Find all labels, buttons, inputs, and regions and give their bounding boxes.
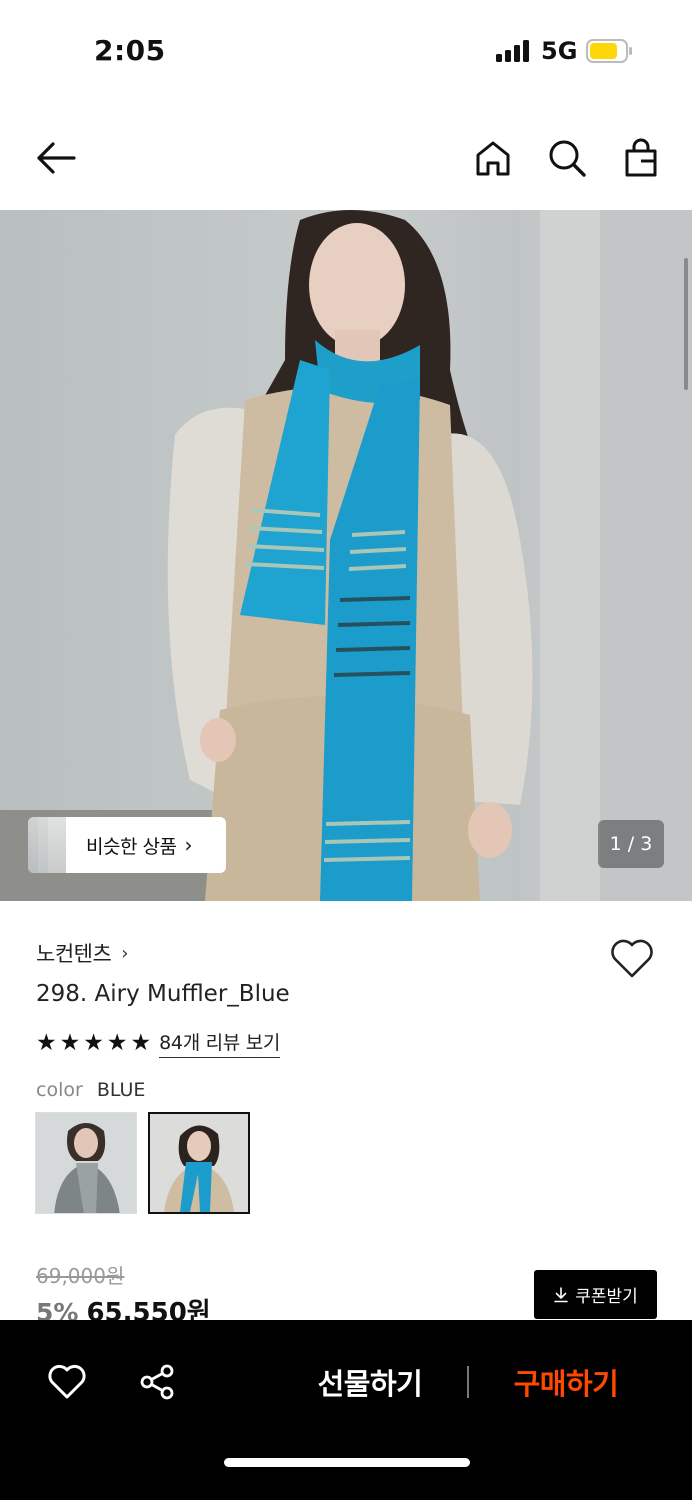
similar-products-button[interactable]: 비슷한 상품 › <box>28 817 226 873</box>
network-label: 5G <box>541 37 578 65</box>
wishlist-heart-icon[interactable] <box>609 936 655 980</box>
arrow-left-icon <box>37 142 76 174</box>
star-icon: ★ <box>106 1029 128 1056</box>
back-button[interactable] <box>34 136 78 180</box>
brand-name: 노컨텐츠 <box>36 942 112 966</box>
search-icon <box>549 140 586 177</box>
option-value: BLUE <box>96 1079 146 1101</box>
color-swatch-gray[interactable] <box>35 1112 137 1214</box>
share-button[interactable] <box>135 1360 179 1404</box>
star-icon: ★ <box>83 1029 104 1056</box>
star-rating: ★ ★ ★ ★ ★ <box>36 1029 152 1056</box>
like-button[interactable] <box>45 1360 89 1404</box>
status-bar: 2:05 5G <box>0 0 692 100</box>
top-nav-bar <box>0 110 692 205</box>
star-icon: ★ <box>36 1029 57 1056</box>
gift-button[interactable]: 선물하기 <box>300 1354 440 1410</box>
chevron-right-icon: › <box>184 833 193 857</box>
search-button[interactable] <box>545 136 589 180</box>
product-photo <box>0 210 692 901</box>
cellular-signal-icon <box>496 40 529 62</box>
buy-button[interactable]: 구매하기 <box>496 1354 636 1410</box>
similar-thumbnail-stack <box>28 817 68 873</box>
home-button[interactable] <box>471 136 515 180</box>
star-icon: ★ <box>59 1029 81 1056</box>
status-time: 2:05 <box>94 34 166 67</box>
home-indicator <box>224 1458 470 1467</box>
coupon-download-button[interactable]: 쿠폰받기 <box>534 1270 657 1319</box>
color-option: color BLUE <box>36 1079 145 1101</box>
cart-button[interactable] <box>619 136 663 180</box>
color-swatch-blue[interactable] <box>148 1112 250 1214</box>
download-icon <box>554 1286 569 1302</box>
original-price: 69,000원 <box>36 1264 125 1288</box>
bottom-action-bar: 선물하기 구매하기 <box>0 1320 692 1500</box>
shopping-bag-icon <box>625 138 657 177</box>
product-title: 298. Airy Muffler_Blue <box>36 981 290 1007</box>
image-page-indicator: 1 / 3 <box>598 820 664 868</box>
heart-icon <box>48 1364 86 1399</box>
reviews-link[interactable]: 84개 리뷰 보기 <box>159 1028 280 1058</box>
brand-link[interactable]: 노컨텐츠 › <box>36 938 128 968</box>
star-icon: ★ <box>130 1029 152 1056</box>
coupon-label: 쿠폰받기 <box>575 1287 638 1307</box>
option-label: color <box>36 1079 83 1101</box>
home-icon <box>476 141 510 176</box>
swatch-image <box>36 1113 136 1213</box>
swatch-image <box>150 1114 248 1212</box>
button-divider <box>467 1366 469 1398</box>
similar-products-label: 비슷한 상품 <box>86 835 177 858</box>
rating-row: ★ ★ ★ ★ ★ 84개 리뷰 보기 <box>36 1028 280 1058</box>
scroll-indicator <box>684 258 688 390</box>
chevron-right-icon: › <box>121 942 129 964</box>
battery-icon <box>586 39 632 63</box>
share-icon <box>140 1364 174 1400</box>
product-image-gallery[interactable] <box>0 210 692 901</box>
